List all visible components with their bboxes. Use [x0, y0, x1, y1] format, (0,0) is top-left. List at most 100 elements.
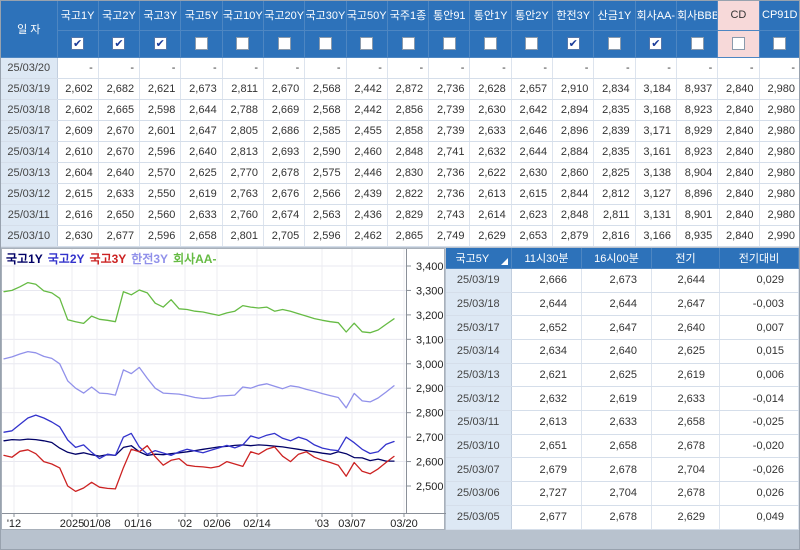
value-cell: 2,630 [57, 225, 99, 247]
date-cell: 25/03/12 [1, 183, 58, 205]
value-cell: 2,619 [180, 183, 223, 205]
value-cell: 2,609 [57, 120, 99, 142]
legend-item-한전3Y[interactable]: 한전3Y [131, 252, 168, 266]
legend-item-국고3Y[interactable]: 국고3Y [90, 252, 127, 266]
value-cell: - [387, 57, 430, 79]
value-1130: 2,651 [511, 434, 582, 459]
value-change: -0,003 [719, 292, 799, 317]
value-cell: 2,640 [98, 162, 141, 184]
daily-rates-table: 일 자 국고1Y 국고2Y 국고3Y 국고5Y 국고10Y 국고20Y 국고30Y 국고50Y… [1, 1, 799, 247]
value-cell: 2,760 [222, 204, 264, 226]
column-header-국고5Y[interactable]: 국고5Y [180, 1, 223, 31]
column-header-회사AA-[interactable]: 회사AA- [635, 1, 677, 31]
legend-item-국고2Y[interactable]: 국고2Y [48, 252, 85, 266]
column-checkbox-cell-국고10Y [222, 30, 264, 58]
date-cell: 25/03/13 [1, 162, 58, 184]
value-cell: 2,630 [511, 162, 554, 184]
column-header-CP91D[interactable]: CP91D [759, 1, 799, 31]
column-header-국고3Y[interactable]: 국고3Y [139, 1, 182, 31]
value-cell: 2,613 [469, 183, 512, 205]
legend-item-국고1Y[interactable]: 국고1Y [6, 252, 43, 266]
value-cell: 3,127 [635, 183, 677, 205]
value-cell: - [469, 57, 512, 79]
column-header-국고50Y[interactable]: 국고50Y [346, 1, 388, 31]
value-cell: - [57, 57, 99, 79]
column-checkbox-국고50Y[interactable] [360, 37, 374, 50]
column-checkbox-국고30Y[interactable] [318, 37, 332, 50]
column-checkbox-국고3Y[interactable]: ✔ [153, 37, 167, 50]
column-checkbox-국고20Y[interactable] [277, 37, 291, 50]
value-prev: 2,644 [651, 268, 720, 293]
value-cell: 3,131 [635, 204, 677, 226]
column-checkbox-국고1Y[interactable]: ✔ [71, 37, 85, 50]
value-cell: 2,743 [428, 204, 471, 226]
y-tick-label: 2,600 [416, 456, 444, 468]
value-change: 0,029 [719, 268, 799, 293]
table-row: 25/03/17 2,652 2,647 2,640 0,007 [445, 315, 799, 341]
column-checkbox-CP91D[interactable] [773, 37, 787, 50]
column-checkbox-산금1Y[interactable] [608, 37, 621, 50]
value-cell: 2,670 [263, 78, 306, 100]
value-cell: 2,568 [304, 99, 347, 121]
value-cell: - [139, 57, 182, 79]
column-checkbox-국고10Y[interactable] [236, 37, 250, 50]
column-checkbox-통안1Y[interactable] [484, 37, 498, 50]
column-checkbox-회사AA-[interactable]: ✔ [649, 37, 663, 50]
value-1130: 2,679 [511, 457, 582, 483]
value-cell: 2,436 [346, 204, 388, 226]
value-cell: 2,840 [717, 162, 760, 184]
value-cell: - [180, 57, 223, 79]
value-cell: 2,446 [346, 162, 388, 184]
date-cell: 25/03/12 [445, 386, 512, 412]
column-checkbox-통안91[interactable] [442, 37, 456, 50]
value-prev: 2,640 [651, 315, 720, 341]
column-header-국고2Y[interactable]: 국고2Y [98, 1, 141, 31]
legend-item-회사AA-[interactable]: 회사AA- [173, 252, 216, 266]
value-prev: 2,633 [651, 386, 720, 412]
column-checkbox-통안2Y[interactable] [525, 37, 539, 50]
column-header-CD[interactable]: CD [717, 1, 760, 31]
value-prev: 2,678 [651, 481, 720, 506]
value-prev: 2,619 [651, 363, 720, 388]
value-cell: 2,980 [759, 183, 799, 205]
column-header-통안2Y[interactable]: 통안2Y [511, 1, 554, 31]
table-row: 25/03/06 2,727 2,704 2,678 0,026 [445, 481, 799, 506]
column-checkbox-회사BBB-[interactable] [690, 37, 704, 50]
column-checkbox-국고5Y[interactable] [195, 37, 209, 50]
value-cell: 2,686 [263, 120, 306, 142]
value-cell: 2,602 [57, 99, 99, 121]
column-header-통안1Y[interactable]: 통안1Y [469, 1, 512, 31]
value-cell: 2,585 [304, 120, 347, 142]
column-header-국주1종[interactable]: 국주1종 [387, 1, 430, 31]
column-checkbox-CD[interactable] [731, 37, 745, 50]
column-checkbox-cell-통안91 [428, 30, 471, 58]
column-checkbox-국고2Y[interactable]: ✔ [112, 37, 126, 50]
value-cell: 2,596 [304, 225, 347, 247]
detail-header-국고5Y[interactable]: 국고5Y [445, 247, 512, 269]
column-header-국고30Y[interactable]: 국고30Y [304, 1, 347, 31]
value-cell: 2,560 [139, 204, 182, 226]
value-prev: 2,704 [651, 457, 720, 483]
column-header-통안91[interactable]: 통안91 [428, 1, 471, 31]
value-cell: 2,801 [222, 225, 264, 247]
column-header-국고10Y[interactable]: 국고10Y [222, 1, 264, 31]
value-1600: 2,673 [581, 268, 652, 293]
value-cell: 2,614 [469, 204, 512, 226]
value-cell: 2,550 [139, 183, 182, 205]
value-cell: 2,844 [552, 183, 595, 205]
value-cell: 3,171 [635, 120, 677, 142]
table-row: 25/03/05 2,677 2,678 2,629 0,049 [445, 505, 799, 530]
column-header-국고1Y[interactable]: 국고1Y [57, 1, 99, 31]
value-cell: 2,736 [428, 78, 471, 100]
value-1130: 2,634 [511, 339, 582, 364]
value-cell: - [346, 57, 388, 79]
column-header-국고20Y[interactable]: 국고20Y [263, 1, 306, 31]
value-cell: - [222, 57, 264, 79]
column-checkbox-한전3Y[interactable]: ✔ [566, 37, 580, 50]
column-header-회사BBB-[interactable]: 회사BBB- [676, 1, 719, 31]
column-header-산금1Y[interactable]: 산금1Y [593, 1, 636, 31]
column-checkbox-cell-국주1종 [387, 30, 430, 58]
column-checkbox-국주1종[interactable] [401, 37, 415, 50]
value-cell: - [759, 57, 799, 79]
column-header-한전3Y[interactable]: 한전3Y [552, 1, 595, 31]
